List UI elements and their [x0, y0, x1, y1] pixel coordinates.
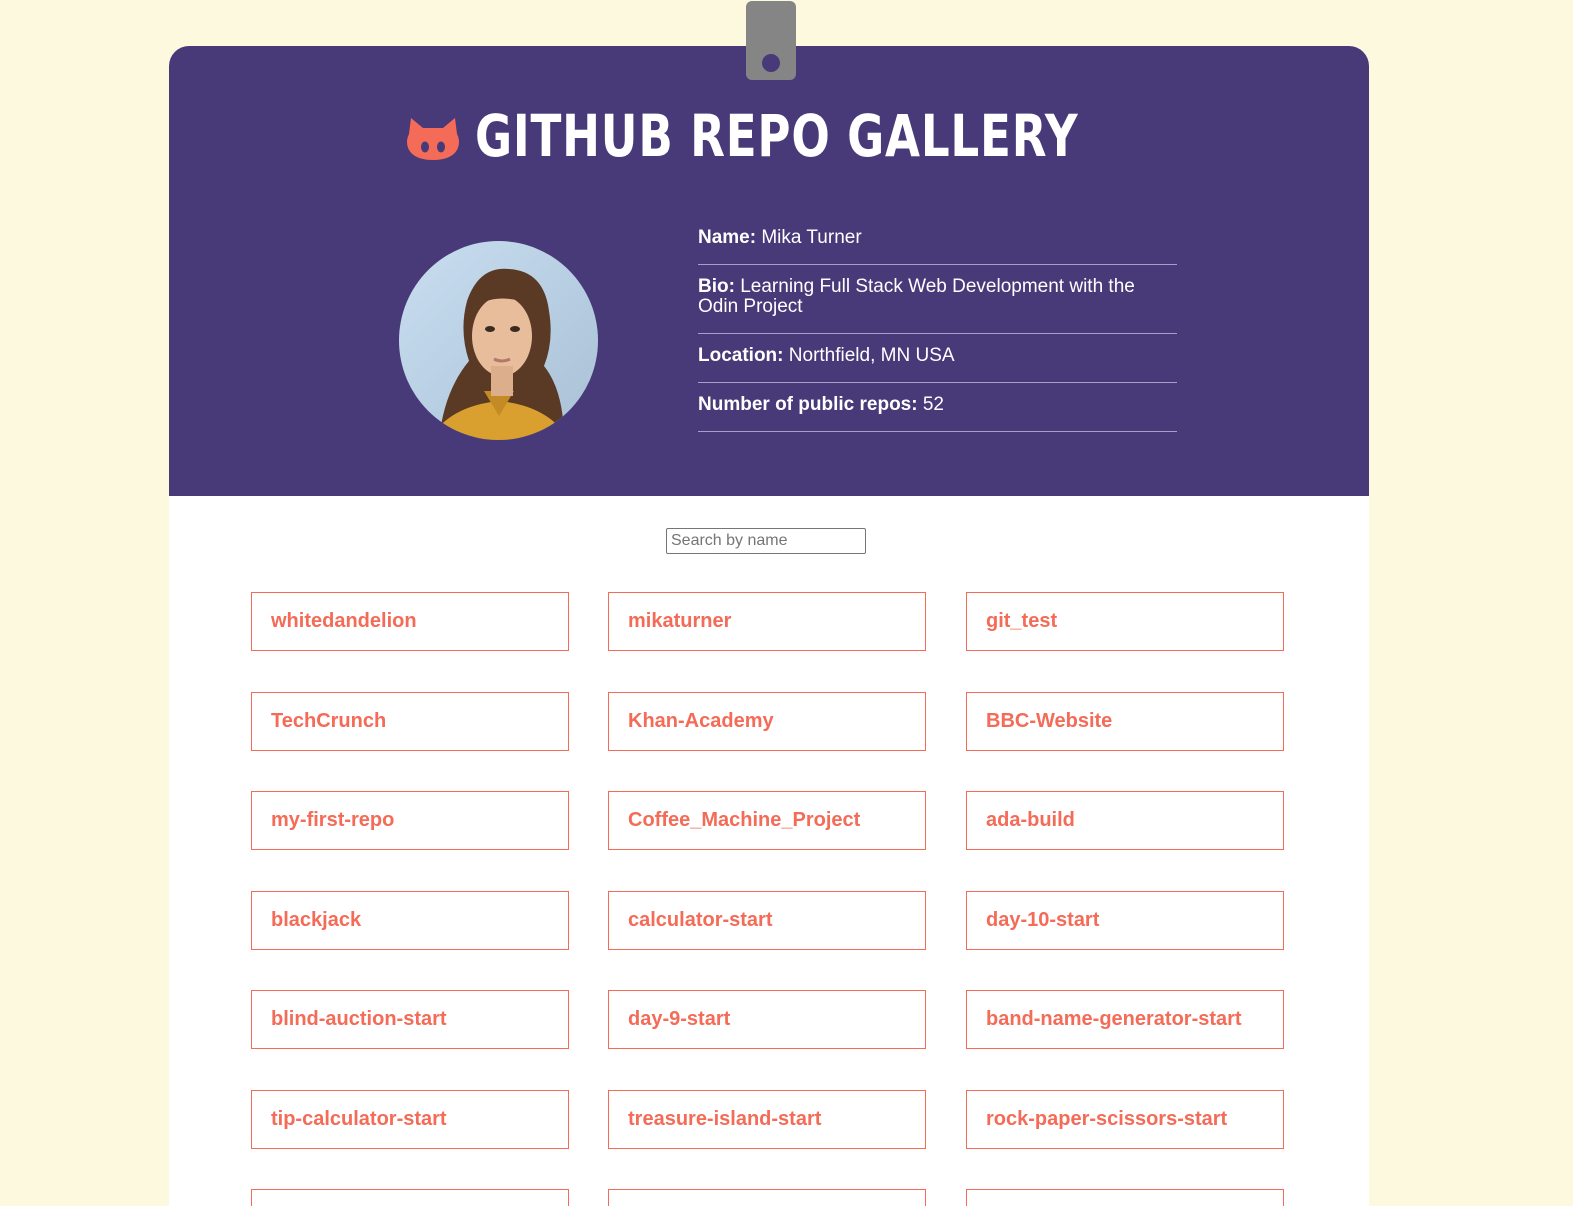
profile-bio-row: Bio: Learning Full Stack Web Development…	[698, 265, 1177, 334]
profile-name: Mika Turner	[761, 227, 862, 248]
profile-bio: Learning Full Stack Web Development with…	[698, 276, 1135, 317]
profile-name-row: Name: Mika Turner	[698, 216, 1177, 265]
repo-card[interactable]: BBC-Website	[966, 692, 1284, 751]
repo-card[interactable]: ada-build	[966, 791, 1284, 850]
profile-repos-row: Number of public repos: 52	[698, 383, 1177, 432]
bio-label: Bio:	[698, 276, 735, 297]
profile-location: Northfield, MN USA	[788, 345, 955, 366]
gallery-card: GITHUB REPO GALLERY Name: Mika Turner Bi…	[169, 46, 1369, 1206]
repo-card[interactable]	[251, 1189, 569, 1206]
repo-card[interactable]: mikaturner	[608, 592, 926, 651]
repo-card[interactable]: day-10-start	[966, 891, 1284, 950]
avatar-photo	[399, 241, 598, 440]
repos-count: 52	[922, 394, 944, 415]
repos-count-label: Number of public repos:	[698, 394, 918, 415]
repo-card[interactable]: whitedandelion	[251, 592, 569, 651]
octocat-icon	[407, 118, 460, 160]
search-input[interactable]	[666, 528, 866, 554]
profile-location-row: Location: Northfield, MN USA	[698, 334, 1177, 383]
repo-card[interactable]: Khan-Academy	[608, 692, 926, 751]
title-bar: GITHUB REPO GALLERY	[169, 98, 1369, 174]
name-label: Name:	[698, 227, 757, 248]
repo-card[interactable]: band-name-generator-start	[966, 990, 1284, 1049]
repo-card[interactable]: Coffee_Machine_Project	[608, 791, 926, 850]
avatar	[399, 241, 598, 440]
repo-card[interactable]: treasure-island-start	[608, 1090, 926, 1149]
repo-card[interactable]: day-9-start	[608, 990, 926, 1049]
repo-card[interactable]: tip-calculator-start	[251, 1090, 569, 1149]
profile-info: Name: Mika Turner Bio: Learning Full Sta…	[698, 216, 1177, 432]
repo-card[interactable]: blind-auction-start	[251, 990, 569, 1049]
page-title: GITHUB REPO GALLERY	[475, 102, 1079, 170]
repo-card[interactable]: TechCrunch	[251, 692, 569, 751]
repo-card[interactable]: calculator-start	[608, 891, 926, 950]
repo-card[interactable]: git_test	[966, 592, 1284, 651]
profile-header: GITHUB REPO GALLERY Name: Mika Turner Bi…	[169, 46, 1369, 496]
repo-card[interactable]	[608, 1189, 926, 1206]
location-label: Location:	[698, 345, 784, 366]
repo-card[interactable]: rock-paper-scissors-start	[966, 1090, 1284, 1149]
repo-card[interactable]: my-first-repo	[251, 791, 569, 850]
repo-card[interactable]	[966, 1189, 1284, 1206]
repo-card[interactable]: blackjack	[251, 891, 569, 950]
clip-hole	[762, 54, 780, 72]
clipboard-clip	[746, 1, 796, 80]
